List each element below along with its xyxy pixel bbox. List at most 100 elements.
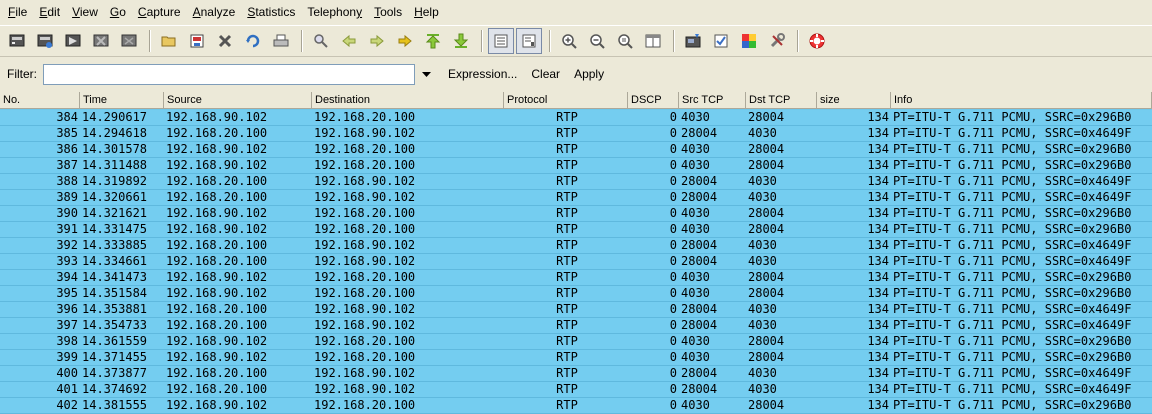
table-row[interactable]: 398 14.361559 192.168.90.102 192.168.20.100…	[0, 334, 1152, 350]
column-header-no[interactable]: No.	[0, 92, 80, 109]
table-row[interactable]: 387 14.311488 192.168.90.102 192.168.20.100…	[0, 158, 1152, 174]
menu-telephony[interactable]: Telephony	[301, 0, 368, 24]
table-row[interactable]: 395 14.351584 192.168.90.102 192.168.20.100…	[0, 286, 1152, 302]
menu-view[interactable]: View	[66, 0, 104, 24]
cell-time: 14.301578	[82, 142, 148, 156]
column-header-src-tcp[interactable]: Src TCP	[679, 92, 746, 109]
cell-proto: RTP	[556, 270, 578, 284]
table-row[interactable]: 388 14.319892 192.168.20.100 192.168.90.102…	[0, 174, 1152, 190]
table-row[interactable]: 389 14.320661 192.168.20.100 192.168.90.102…	[0, 190, 1152, 206]
filter-input[interactable]	[43, 63, 415, 85]
packet-list-header: No. Time Source Destination Protocol DSC…	[0, 92, 1152, 109]
cell-dscp: 0	[669, 174, 677, 188]
close-file-icon[interactable]	[212, 28, 238, 54]
table-row[interactable]: 384 14.290617 192.168.90.102 192.168.20.100…	[0, 110, 1152, 126]
table-row[interactable]: 391 14.331475 192.168.90.102 192.168.20.100…	[0, 222, 1152, 238]
reload-icon[interactable]	[240, 28, 266, 54]
forward-arrow-icon[interactable]	[364, 28, 390, 54]
table-row[interactable]: 392 14.333885 192.168.20.100 192.168.90.102…	[0, 238, 1152, 254]
options-icon[interactable]	[32, 28, 58, 54]
column-header-dst-tcp[interactable]: Dst TCP	[746, 92, 817, 109]
menu-analyze[interactable]: Analyze	[187, 0, 242, 24]
cell-info: PT=ITU-T G.711 PCMU, SSRC=0x296B0	[893, 110, 1132, 124]
back-arrow-icon[interactable]	[336, 28, 362, 54]
cell-srctcp: 4030	[681, 158, 710, 172]
open-file-icon[interactable]	[156, 28, 182, 54]
cell-time: 14.294618	[82, 126, 148, 140]
table-row[interactable]: 401 14.374692 192.168.20.100 192.168.90.102…	[0, 382, 1152, 398]
table-row[interactable]: 399 14.371455 192.168.90.102 192.168.20.100…	[0, 350, 1152, 366]
column-header-time[interactable]: Time	[80, 92, 164, 109]
cell-proto: RTP	[556, 302, 578, 316]
coloring-rules-icon[interactable]	[736, 28, 762, 54]
table-row[interactable]: 386 14.301578 192.168.90.102 192.168.20.100…	[0, 142, 1152, 158]
menu-edit[interactable]: Edit	[33, 0, 66, 24]
cell-proto: RTP	[556, 366, 578, 380]
last-packet-icon[interactable]	[448, 28, 474, 54]
table-row[interactable]: 390 14.321621 192.168.90.102 192.168.20.100…	[0, 206, 1152, 222]
cell-dsttcp: 28004	[748, 398, 785, 412]
cell-dsttcp: 28004	[748, 110, 785, 124]
restart-capture-icon[interactable]	[116, 28, 142, 54]
cell-no: 391	[56, 222, 78, 236]
cell-srctcp: 4030	[681, 286, 710, 300]
auto-scroll-icon[interactable]	[516, 28, 542, 54]
zoom-normal-icon[interactable]	[612, 28, 638, 54]
goto-packet-icon[interactable]	[392, 28, 418, 54]
expression-button[interactable]: Expression...	[448, 67, 517, 81]
resize-columns-icon[interactable]	[640, 28, 666, 54]
capture-filters-icon[interactable]	[680, 28, 706, 54]
zoom-in-icon[interactable]	[556, 28, 582, 54]
save-file-icon[interactable]	[184, 28, 210, 54]
cell-proto: RTP	[556, 142, 578, 156]
column-header-size[interactable]: size	[817, 92, 891, 109]
column-header-dscp[interactable]: DSCP	[628, 92, 679, 109]
cell-info: PT=ITU-T G.711 PCMU, SSRC=0x296B0	[893, 206, 1132, 220]
filter-dropdown-icon[interactable]	[419, 64, 433, 84]
start-capture-icon[interactable]	[60, 28, 86, 54]
table-row[interactable]: 393 14.334661 192.168.20.100 192.168.90.102…	[0, 254, 1152, 270]
menu-tools[interactable]: Tools	[368, 0, 408, 24]
menu-go[interactable]: Go	[104, 0, 132, 24]
cell-dscp: 0	[669, 254, 677, 268]
cell-no: 384	[56, 110, 78, 124]
cell-no: 400	[56, 366, 78, 380]
cell-proto: RTP	[556, 174, 578, 188]
cell-dst: 192.168.90.102	[314, 174, 416, 188]
display-filters-icon[interactable]	[708, 28, 734, 54]
menu-capture[interactable]: Capture	[132, 0, 187, 24]
apply-button[interactable]: Apply	[574, 67, 604, 81]
packet-list[interactable]: No. Time Source Destination Protocol DSC…	[0, 92, 1152, 414]
cell-info: PT=ITU-T G.711 PCMU, SSRC=0x296B0	[893, 286, 1132, 300]
table-row[interactable]: 396 14.353881 192.168.20.100 192.168.90.102…	[0, 302, 1152, 318]
table-row[interactable]: 402 14.381555 192.168.90.102 192.168.20.100…	[0, 398, 1152, 414]
find-icon[interactable]	[308, 28, 334, 54]
colorize-icon[interactable]	[488, 28, 514, 54]
menu-statistics[interactable]: Statistics	[241, 0, 301, 24]
zoom-out-icon[interactable]	[584, 28, 610, 54]
print-icon[interactable]	[268, 28, 294, 54]
table-row[interactable]: 385 14.294618 192.168.20.100 192.168.90.102…	[0, 126, 1152, 142]
stop-capture-icon[interactable]	[88, 28, 114, 54]
cell-proto: RTP	[556, 158, 578, 172]
column-header-info[interactable]: Info	[891, 92, 1152, 109]
cell-no: 394	[56, 270, 78, 284]
column-header-source[interactable]: Source	[164, 92, 312, 109]
cell-dscp: 0	[669, 158, 677, 172]
table-row[interactable]: 400 14.373877 192.168.20.100 192.168.90.102…	[0, 366, 1152, 382]
column-header-protocol[interactable]: Protocol	[504, 92, 628, 109]
cell-dscp: 0	[669, 366, 677, 380]
table-row[interactable]: 394 14.341473 192.168.90.102 192.168.20.100…	[0, 270, 1152, 286]
clear-button[interactable]: Clear	[531, 67, 560, 81]
menu-help[interactable]: Help	[408, 0, 445, 24]
interfaces-icon[interactable]	[4, 28, 30, 54]
cell-srctcp: 4030	[681, 334, 710, 348]
help-icon[interactable]	[804, 28, 830, 54]
table-row[interactable]: 397 14.354733 192.168.20.100 192.168.90.102…	[0, 318, 1152, 334]
preferences-icon[interactable]	[764, 28, 790, 54]
cell-src: 192.168.90.102	[166, 398, 268, 412]
first-packet-icon[interactable]	[420, 28, 446, 54]
column-header-destination[interactable]: Destination	[312, 92, 504, 109]
menu-file[interactable]: File	[2, 0, 33, 24]
cell-proto: RTP	[556, 238, 578, 252]
